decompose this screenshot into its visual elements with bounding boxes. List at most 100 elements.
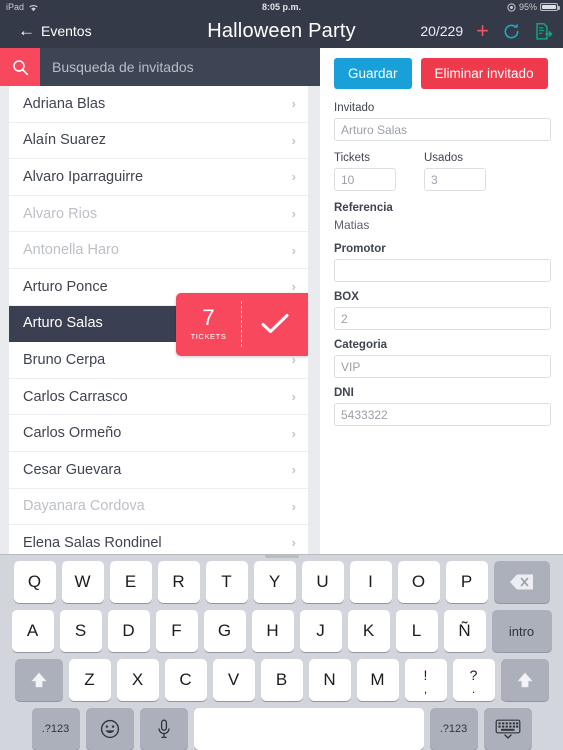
chevron-right-icon: › — [291, 352, 296, 368]
key-punct-1[interactable]: ?. — [452, 659, 495, 701]
dni-input[interactable] — [334, 403, 551, 426]
key-j[interactable]: J — [299, 610, 342, 652]
key-z[interactable]: Z — [68, 659, 111, 701]
plus-icon[interactable]: + — [476, 20, 489, 42]
guest-list-item[interactable]: Dayanara Cordova › — [9, 489, 308, 526]
key-b[interactable]: B — [260, 659, 303, 701]
key-numeric-left[interactable]: .?123 — [31, 708, 80, 750]
guest-name: Carlos Ormeño — [23, 425, 122, 442]
guest-list-item[interactable]: Antonella Haro › — [9, 232, 308, 269]
guest-list-item[interactable]: Alvaro Iparraguirre › — [9, 159, 308, 196]
key-c[interactable]: C — [164, 659, 207, 701]
field-dni: DNI — [334, 387, 551, 426]
swipe-ticket-count[interactable]: 7 TICKETS — [176, 301, 242, 348]
guest-list-item[interactable]: Cesar Guevara › — [9, 452, 308, 489]
check-icon — [260, 312, 290, 336]
key-w[interactable]: W — [61, 561, 104, 603]
save-button[interactable]: Guardar — [334, 58, 412, 89]
status-bar-time: 8:05 p.m. — [261, 2, 301, 12]
form-action-buttons: Guardar Eliminar invitado — [334, 58, 551, 89]
guest-list-item[interactable]: Adriana Blas › — [9, 86, 308, 123]
keyboard-row-2: A S D F G H J K L Ñintro — [0, 610, 563, 652]
key-d[interactable]: D — [107, 610, 150, 652]
field-invitado: Invitado — [334, 102, 551, 141]
hide-keyboard-icon[interactable] — [483, 708, 532, 750]
key-space[interactable] — [193, 708, 424, 750]
guest-list-item[interactable]: Arturo Salas›7TICKETS — [9, 292, 308, 356]
key-p[interactable]: P — [445, 561, 488, 603]
tickets-input[interactable] — [334, 168, 396, 191]
field-categoria: Categoria — [334, 339, 551, 378]
swipe-confirm-button[interactable] — [242, 312, 308, 336]
key-i[interactable]: I — [349, 561, 392, 603]
guest-list-item[interactable]: Bruno Cerpa › — [9, 342, 308, 379]
promotor-input[interactable] — [334, 259, 551, 282]
key-f[interactable]: F — [155, 610, 198, 652]
export-document-icon[interactable] — [534, 22, 553, 41]
key-h[interactable]: H — [251, 610, 294, 652]
guest-list-item[interactable]: Alaín Suarez › — [9, 123, 308, 160]
field-usados: Usados — [424, 152, 486, 191]
field-box: BOX — [334, 291, 551, 330]
key-r[interactable]: R — [157, 561, 200, 603]
key-g[interactable]: G — [203, 610, 246, 652]
key-punct-0[interactable]: !, — [404, 659, 447, 701]
emoji-icon[interactable] — [85, 708, 134, 750]
guest-name: Alvaro Iparraguirre — [23, 168, 144, 185]
key-e[interactable]: E — [109, 561, 152, 603]
guest-name: Dayanara Cordova — [23, 498, 145, 515]
field-referencia: Referencia Matias — [334, 202, 551, 232]
invitado-input[interactable] — [334, 118, 551, 141]
key-m[interactable]: M — [356, 659, 399, 701]
guest-list: Adriana Blas › Alaín Suarez › Alvaro Iparrag… — [9, 86, 308, 554]
usados-input[interactable] — [424, 168, 486, 191]
key-t[interactable]: T — [205, 561, 248, 603]
guest-list-item[interactable]: Carlos Carrasco › — [9, 379, 308, 416]
box-input[interactable] — [334, 307, 551, 330]
swipe-ticket-number: 7 — [202, 305, 215, 331]
refresh-icon[interactable] — [502, 22, 521, 41]
categoria-input[interactable] — [334, 355, 551, 378]
key-k[interactable]: K — [347, 610, 390, 652]
key-u[interactable]: U — [301, 561, 344, 603]
shift-icon-left[interactable] — [14, 659, 63, 701]
location-icon — [507, 2, 516, 12]
delete-guest-button[interactable]: Eliminar invitado — [420, 58, 548, 89]
guest-list-item[interactable]: Alvaro Rios › — [9, 196, 308, 233]
keyboard-handle[interactable] — [264, 555, 299, 558]
swipe-ticket-label: TICKETS — [190, 332, 227, 342]
guest-list-item[interactable]: Elena Salas Rondinel › — [9, 525, 308, 554]
key-v[interactable]: V — [212, 659, 255, 701]
key-numeric-right[interactable]: .?123 — [429, 708, 478, 750]
guest-list-item[interactable]: Carlos Ormeño › — [9, 415, 308, 452]
battery-percent: 95% — [518, 2, 537, 12]
chevron-right-icon: › — [291, 96, 296, 112]
search-input[interactable] — [40, 48, 320, 86]
search-bar — [0, 48, 320, 86]
guest-name: Alaín Suarez — [23, 132, 107, 149]
guest-name: Cesar Guevara — [23, 461, 122, 478]
key-s[interactable]: S — [59, 610, 102, 652]
key-q[interactable]: Q — [13, 561, 56, 603]
shift-icon-right[interactable] — [500, 659, 549, 701]
key-enter[interactable]: intro — [491, 610, 552, 652]
keyboard-row-1: QWERTYUIOP — [0, 561, 563, 603]
key-a[interactable]: A — [11, 610, 54, 652]
key-x[interactable]: X — [116, 659, 159, 701]
chevron-right-icon: › — [291, 462, 296, 478]
guest-name: Elena Salas Rondinel — [23, 534, 162, 551]
microphone-icon[interactable] — [139, 708, 188, 750]
navbar-actions: 20/229 + — [420, 14, 553, 48]
field-usados-label: Usados — [424, 152, 463, 164]
guest-list-panel: Adriana Blas › Alaín Suarez › Alvaro Iparrag… — [0, 48, 320, 554]
search-button[interactable] — [0, 48, 40, 86]
backspace-icon[interactable] — [493, 561, 550, 603]
chevron-right-icon: › — [291, 132, 296, 148]
field-dni-label: DNI — [334, 387, 354, 399]
key-l[interactable]: L — [395, 610, 438, 652]
key-n[interactable]: N — [308, 659, 351, 701]
key-y[interactable]: Y — [253, 561, 296, 603]
search-icon — [12, 59, 29, 76]
key-ñ[interactable]: Ñ — [443, 610, 486, 652]
key-o[interactable]: O — [397, 561, 440, 603]
